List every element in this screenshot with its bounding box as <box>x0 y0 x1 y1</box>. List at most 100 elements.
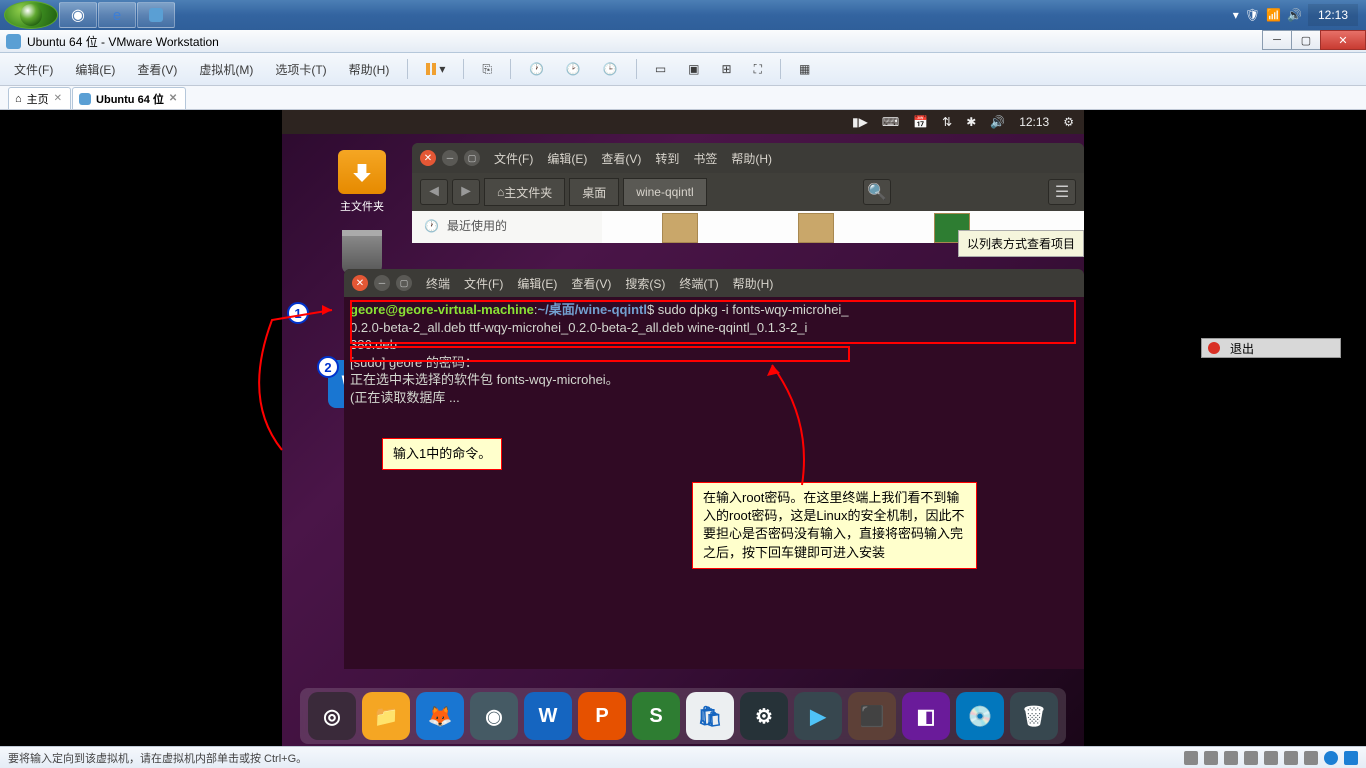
nautilus-menu-edit[interactable]: 编辑(E) <box>547 150 587 167</box>
device-usb-icon[interactable] <box>1244 751 1258 765</box>
terminal-menu-help[interactable]: 帮助(H) <box>733 275 774 292</box>
menu-view[interactable]: 查看(V) <box>133 59 181 80</box>
view-thumb-icon[interactable]: ⊞ <box>718 60 736 78</box>
tab-home[interactable]: ⌂ 主页 ✕ <box>8 87 71 109</box>
nav-forward-button[interactable]: ► <box>452 179 480 205</box>
tooltip: 以列表方式查看项目 <box>958 230 1084 257</box>
minimize-button[interactable]: ─ <box>1262 30 1292 50</box>
dock-files[interactable]: 📁 <box>362 692 410 740</box>
dock-trash[interactable]: 🗑 <box>1010 692 1058 740</box>
dock-wps-s[interactable]: S <box>632 692 680 740</box>
tray-shield-icon[interactable]: 🛡 <box>1245 8 1260 22</box>
tray-arrow-icon[interactable]: ▾ <box>1233 8 1239 22</box>
device-info-icon[interactable] <box>1324 751 1338 765</box>
exit-button[interactable]: 退出 <box>1201 338 1341 358</box>
file-icon[interactable] <box>662 213 698 243</box>
vm-display-area[interactable]: ▮▶ ⌨ 📅 ⇅ ✱ 🔊 12:13 ⚙ 主文件夹 W ✕ ─ <box>0 110 1366 746</box>
close-button[interactable]: ✕ <box>1320 30 1366 50</box>
dock-chromium[interactable]: ◉ <box>470 692 518 740</box>
start-button[interactable] <box>4 1 58 29</box>
close-tab-icon[interactable]: ✕ <box>54 93 62 104</box>
sidebar-recent[interactable]: 🕐最近使用的 <box>412 211 602 240</box>
volume-icon[interactable]: 🔊 <box>990 115 1005 129</box>
breadcrumb-desktop[interactable]: 桌面 <box>569 178 619 206</box>
menu-help[interactable]: 帮助(H) <box>345 59 394 80</box>
maximize-button[interactable]: ▢ <box>1291 30 1321 50</box>
menu-tabs[interactable]: 选项卡(T) <box>271 59 330 80</box>
dock-firefox[interactable]: 🦊 <box>416 692 464 740</box>
dock-software[interactable]: 🛍 <box>686 692 734 740</box>
desktop-home-folder[interactable]: 主文件夹 <box>332 150 392 214</box>
terminal-maximize-button[interactable]: ▢ <box>396 275 412 291</box>
battery-icon[interactable]: ▮▶ <box>852 115 868 129</box>
device-ime-icon[interactable] <box>1344 751 1358 765</box>
taskbar-item-ie[interactable]: e <box>98 2 136 28</box>
taskbar-clock[interactable]: 12:13 <box>1308 4 1358 26</box>
snapshot-icon[interactable]: ⎘ <box>478 60 496 79</box>
device-cd-icon[interactable] <box>1204 751 1218 765</box>
device-display-icon[interactable] <box>1304 751 1318 765</box>
terminal-close-button[interactable]: ✕ <box>352 275 368 291</box>
breadcrumb-home[interactable]: ⌂ 主文件夹 <box>484 178 565 206</box>
device-net-icon[interactable] <box>1224 751 1238 765</box>
status-text: 要将输入定向到该虚拟机，请在虚拟机内部单击或按 Ctrl+G。 <box>8 750 307 766</box>
nautilus-sidebar: 🕐最近使用的 ⌂Home <box>412 211 602 243</box>
nautilus-minimize-button[interactable]: ─ <box>442 150 458 166</box>
bluetooth-icon[interactable]: ✱ <box>966 115 976 129</box>
dock-dash[interactable]: ◎ <box>308 692 356 740</box>
taskbar-item-browser[interactable]: ◉ <box>59 2 97 28</box>
tray-volume-icon[interactable]: 🔊 <box>1287 8 1302 22</box>
nav-back-button[interactable]: ◄ <box>420 179 448 205</box>
network-icon[interactable]: ⇅ <box>942 115 952 129</box>
menu-file[interactable]: 文件(F) <box>10 59 57 80</box>
breadcrumb-wine[interactable]: wine-qqintl <box>623 178 706 206</box>
annotation-box-2 <box>350 346 850 362</box>
terminal-minimize-button[interactable]: ─ <box>374 275 390 291</box>
taskbar-item-vmware[interactable] <box>137 2 175 28</box>
library-icon[interactable]: ▦ <box>795 60 814 78</box>
snapshot-manage-icon[interactable]: 🕒 <box>599 60 622 78</box>
keyboard-icon[interactable]: ⌨ <box>882 115 899 129</box>
view-unity-icon[interactable]: ▣ <box>684 60 703 78</box>
menu-edit[interactable]: 编辑(E) <box>71 59 119 80</box>
nautilus-menu-goto[interactable]: 转到 <box>655 150 679 167</box>
tab-ubuntu[interactable]: Ubuntu 64 位 ✕ <box>72 87 186 109</box>
nautilus-close-button[interactable]: ✕ <box>420 150 436 166</box>
nautilus-menu-help[interactable]: 帮助(H) <box>731 150 772 167</box>
dock-wps-w[interactable]: W <box>524 692 572 740</box>
view-single-icon[interactable]: ▭ <box>651 60 670 78</box>
dock-terminal[interactable]: ⬛ <box>848 692 896 740</box>
gear-icon[interactable]: ⚙ <box>1063 115 1074 129</box>
dock-player[interactable]: ▶ <box>794 692 842 740</box>
close-tab-icon[interactable]: ✕ <box>169 93 177 104</box>
nautilus-maximize-button[interactable]: ▢ <box>464 150 480 166</box>
dock-disc[interactable]: 💿 <box>956 692 1004 740</box>
dock-tweaks[interactable]: ◧ <box>902 692 950 740</box>
list-view-button[interactable]: ☰ <box>1048 179 1076 205</box>
snapshot-take-icon[interactable]: 🕐 <box>525 60 548 78</box>
device-hdd-icon[interactable] <box>1184 751 1198 765</box>
search-button[interactable]: 🔍 <box>863 179 891 205</box>
terminal-menu-edit[interactable]: 编辑(E) <box>517 275 557 292</box>
nautilus-menu-file[interactable]: 文件(F) <box>494 150 533 167</box>
ubuntu-clock[interactable]: 12:13 <box>1019 115 1049 129</box>
sidebar-home[interactable]: ⌂Home <box>412 240 602 243</box>
snapshot-revert-icon[interactable]: 🕑 <box>562 60 585 78</box>
view-fullscreen-icon[interactable]: ⛶ <box>750 60 766 79</box>
terminal-menu-file[interactable]: 文件(F) <box>464 275 503 292</box>
terminal-menu-terminal[interactable]: 终端(T) <box>679 275 718 292</box>
device-sound-icon[interactable] <box>1264 751 1278 765</box>
calendar-icon[interactable]: 📅 <box>913 115 928 129</box>
menu-vm[interactable]: 虚拟机(M) <box>195 59 257 80</box>
status-device-icons <box>1184 751 1358 765</box>
dock-wps-p[interactable]: P <box>578 692 626 740</box>
terminal-menu-search[interactable]: 搜索(S) <box>625 275 665 292</box>
nautilus-menu-view[interactable]: 查看(V) <box>601 150 641 167</box>
device-printer-icon[interactable] <box>1284 751 1298 765</box>
tray-network-icon[interactable]: 📶 <box>1266 8 1281 22</box>
file-icon[interactable] <box>798 213 834 243</box>
dock-settings[interactable]: ⚙ <box>740 692 788 740</box>
nautilus-menu-bookmarks[interactable]: 书签 <box>693 150 717 167</box>
terminal-menu-view[interactable]: 查看(V) <box>571 275 611 292</box>
pause-button[interactable]: ▾ <box>422 60 449 78</box>
